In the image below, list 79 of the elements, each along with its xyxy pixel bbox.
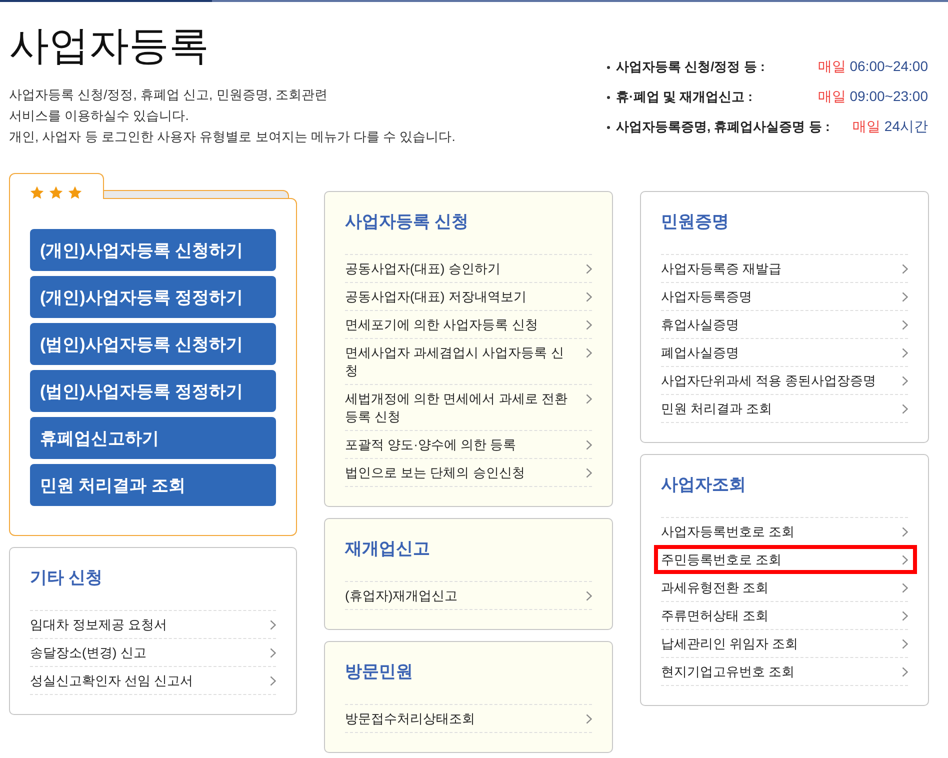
menu-link[interactable]: 성실신고확인자 선임 신고서 — [30, 667, 276, 695]
star-icon — [49, 186, 63, 199]
shortcut-button[interactable]: (개인)사업자등록 정정하기 — [30, 276, 276, 318]
shortcut-button[interactable]: (개인)사업자등록 신청하기 — [30, 229, 276, 271]
shortcut-button[interactable]: 민원 처리결과 조회 — [30, 464, 276, 506]
hours-label: 사업자등록증명, 휴폐업사실증명 등 : — [616, 118, 830, 136]
menu-link[interactable]: 면세포기에 의한 사업자등록 신청 — [345, 311, 592, 339]
menu-link[interactable]: 민원 처리결과 조회 — [661, 395, 908, 423]
chevron-icon — [586, 440, 592, 450]
chevron-icon — [902, 611, 908, 621]
bullet-icon — [607, 96, 610, 98]
time-range: 09:00~23:00 — [850, 88, 928, 106]
favorites-tab[interactable] — [9, 173, 104, 199]
chevron-icon — [902, 583, 908, 593]
menu-link[interactable]: 송달장소(변경) 신고 — [30, 639, 276, 667]
chevron-icon — [902, 667, 908, 677]
chevron-icon — [586, 292, 592, 302]
star-icon — [68, 186, 82, 199]
chevron-icon — [270, 620, 276, 630]
menu-link[interactable]: 사업자등록번호로 조회 — [661, 518, 908, 546]
chevron-icon — [586, 320, 592, 330]
back-tab[interactable] — [104, 190, 289, 198]
menu-link[interactable]: 사업자등록증 재발급 — [661, 255, 908, 283]
menu-link[interactable]: 현지기업고유번호 조회 — [661, 658, 908, 686]
day-label: 매일 — [818, 58, 846, 76]
menu-link[interactable]: 세법개정에 의한 면세에서 과세로 전환 등록 신청 — [345, 385, 592, 431]
shortcut-button[interactable]: (법인)사업자등록 정정하기 — [30, 370, 276, 412]
chevron-icon — [902, 348, 908, 358]
menu-link[interactable]: 폐업사실증명 — [661, 339, 908, 367]
panel-title: 사업자등록 신청 — [345, 211, 470, 233]
time-range: 06:00~24:00 — [850, 58, 928, 76]
chevron-icon — [270, 648, 276, 658]
menu-link[interactable]: 과세유형전환 조회 — [661, 574, 908, 602]
chevron-icon — [586, 264, 592, 274]
chevron-icon — [270, 676, 276, 686]
shortcut-button[interactable]: (법인)사업자등록 신청하기 — [30, 323, 276, 365]
menu-link[interactable]: 공동사업자(대표) 승인하기 — [345, 255, 592, 283]
bullet-icon — [607, 126, 610, 128]
menu-link[interactable]: 공동사업자(대표) 저장내역보기 — [345, 283, 592, 311]
chevron-icon — [586, 591, 592, 601]
chevron-icon — [902, 527, 908, 537]
chevron-icon — [902, 264, 908, 274]
panel-title: 재개업신고 — [345, 538, 431, 560]
menu-link[interactable]: 사업자단위과세 적용 종된사업장증명 — [661, 367, 908, 395]
star-icon — [30, 186, 44, 199]
page-title: 사업자등록 — [9, 23, 210, 70]
bullet-icon — [607, 66, 610, 68]
chevron-icon — [586, 714, 592, 724]
hours-label: 사업자등록 신청/정정 등 : — [616, 58, 765, 76]
menu-link[interactable]: 납세관리인 위임자 조회 — [661, 630, 908, 658]
chevron-icon — [902, 292, 908, 302]
chevron-icon — [586, 348, 592, 358]
menu-link[interactable]: (휴업자)재개업신고 — [345, 582, 592, 610]
chevron-icon — [902, 404, 908, 414]
panel-title: 민원증명 — [661, 211, 730, 233]
day-label: 매일 — [852, 118, 880, 136]
panel-title: 사업자조회 — [661, 474, 747, 496]
chevron-icon — [586, 394, 592, 404]
menu-link[interactable]: 휴업사실증명 — [661, 311, 908, 339]
menu-link[interactable]: 주민등록번호로 조회 — [654, 545, 917, 574]
time-range: 24시간 — [884, 118, 928, 136]
page-description: 사업자등록 신청/정정, 휴폐업 신고, 민원증명, 조회관련 서비스를 이용하실수 있습니다. 개인, 사업자 등 로그인한 사용자 유형별로 보여지는 메뉴가 다를 수 있습니다. — [9, 86, 456, 146]
menu-link[interactable]: 주류면허상태 조회 — [661, 602, 908, 630]
hours-label: 휴·폐업 및 재개업신고 : — [616, 88, 752, 106]
menu-link[interactable]: 임대차 정보제공 요청서 — [30, 611, 276, 639]
chevron-icon — [902, 639, 908, 649]
chevron-icon — [902, 555, 908, 565]
menu-link[interactable]: 면세사업자 과세겸업시 사업자등록 신청 — [345, 339, 592, 385]
panel-title: 기타 신청 — [30, 567, 104, 589]
chevron-icon — [902, 376, 908, 386]
shortcut-button[interactable]: 휴폐업신고하기 — [30, 417, 276, 459]
panel-title: 방문민원 — [345, 661, 414, 683]
day-label: 매일 — [818, 88, 846, 106]
menu-link[interactable]: 법인으로 보는 단체의 승인신청 — [345, 459, 592, 487]
menu-link[interactable]: 방문접수처리상태조회 — [345, 705, 592, 733]
menu-link[interactable]: 포괄적 양도·양수에 의한 등록 — [345, 431, 592, 459]
menu-link[interactable]: 사업자등록증명 — [661, 283, 908, 311]
chevron-icon — [586, 468, 592, 478]
chevron-icon — [902, 320, 908, 330]
